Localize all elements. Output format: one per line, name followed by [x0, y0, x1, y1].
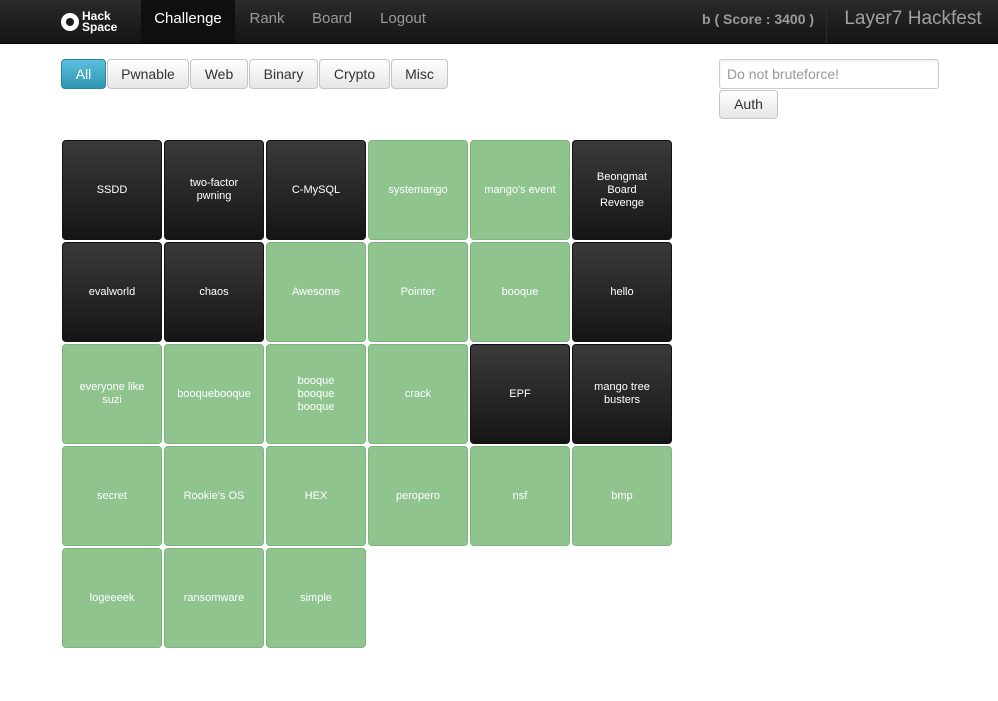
challenge-tile[interactable]: evalworld	[62, 242, 162, 342]
challenge-name: HEX	[304, 489, 328, 502]
challenge-tile[interactable]: logeeeek	[62, 548, 162, 648]
challenge-name: ransomware	[183, 591, 245, 604]
challenge-tile[interactable]: ransomware	[164, 548, 264, 648]
filter-pwnable-button[interactable]: Pwnable	[107, 59, 189, 89]
challenge-name: crack	[404, 387, 432, 400]
nav-challenge[interactable]: Challenge	[141, 0, 235, 43]
challenge-name: hello	[610, 285, 634, 298]
challenge-name: C-MySQL	[291, 183, 341, 196]
challenge-name: SSDD	[96, 183, 128, 196]
challenge-name: Awesome	[291, 285, 341, 298]
challenge-tile[interactable]: hello	[572, 242, 672, 342]
nav-rank[interactable]: Rank	[240, 0, 294, 43]
filter-all-button[interactable]: All	[61, 59, 106, 89]
challenge-name: booque	[501, 285, 539, 298]
challenge-tile[interactable]: bmp	[572, 446, 672, 546]
challenge-name: EPF	[509, 387, 531, 400]
challenge-name: peropero	[395, 489, 441, 502]
brand-line-2: Space	[82, 20, 118, 34]
auth-button[interactable]: Auth	[719, 90, 778, 119]
challenge-name: booque booque booque	[297, 374, 335, 413]
challenge-name: two-factor pwning	[189, 177, 239, 202]
filter-crypto-button[interactable]: Crypto	[319, 59, 390, 89]
challenge-tile[interactable]: simple	[266, 548, 366, 648]
challenge-name: bmp	[611, 489, 633, 502]
challenge-grid: SSDD two-factor pwning C-MySQL systemango ma…	[62, 140, 674, 648]
challenge-tile[interactable]: Rookie's OS	[164, 446, 264, 546]
challenge-tile[interactable]: two-factor pwning	[164, 140, 264, 240]
user-score: b ( Score : 3400 )	[702, 11, 815, 27]
challenge-name: Pointer	[400, 285, 436, 298]
nav-logout[interactable]: Logout	[373, 0, 433, 43]
challenge-tile[interactable]: secret	[62, 446, 162, 546]
challenge-tile[interactable]: HEX	[266, 446, 366, 546]
challenge-name: booquebooque	[177, 387, 251, 400]
brand-text: Hack Space	[82, 10, 118, 34]
challenge-tile[interactable]: systemango	[368, 140, 468, 240]
challenge-tile[interactable]: mango's event	[470, 140, 570, 240]
challenge-name: everyone like suzi	[79, 381, 145, 406]
challenge-name: mango tree busters	[594, 381, 650, 406]
challenge-tile[interactable]: mango tree busters	[572, 344, 672, 444]
challenge-name: mango's event	[484, 183, 556, 196]
challenge-tile[interactable]: booquebooque	[164, 344, 264, 444]
top-navbar: Hack Space Challenge Rank Board Logout b…	[0, 0, 998, 44]
challenge-tile[interactable]: peropero	[368, 446, 468, 546]
hackspace-logo[interactable]: Hack Space	[61, 8, 131, 36]
challenge-tile[interactable]: Awesome	[266, 242, 366, 342]
challenge-tile[interactable]: Beongmat Board Revenge	[572, 140, 672, 240]
challenge-name: secret	[97, 489, 127, 502]
logo-icon	[61, 13, 79, 31]
challenge-name: Rookie's OS	[183, 489, 245, 502]
challenge-tile[interactable]: SSDD	[62, 140, 162, 240]
challenge-name: Beongmat Board Revenge	[596, 170, 648, 209]
challenge-name: nsf	[512, 489, 528, 502]
filter-web-button[interactable]: Web	[190, 59, 248, 89]
challenge-name: evalworld	[88, 285, 136, 298]
challenge-tile[interactable]: C-MySQL	[266, 140, 366, 240]
site-title[interactable]: Layer7 Hackfest	[826, 0, 998, 43]
challenge-tile[interactable]: Pointer	[368, 242, 468, 342]
challenge-tile[interactable]: everyone like suzi	[62, 344, 162, 444]
flag-input[interactable]	[719, 59, 939, 89]
challenge-tile[interactable]: booque booque booque	[266, 344, 366, 444]
challenge-tile[interactable]: booque	[470, 242, 570, 342]
filter-misc-button[interactable]: Misc	[391, 59, 448, 89]
nav-board[interactable]: Board	[306, 0, 358, 43]
filter-binary-button[interactable]: Binary	[249, 59, 318, 89]
challenge-tile[interactable]: nsf	[470, 446, 570, 546]
challenge-tile[interactable]: chaos	[164, 242, 264, 342]
challenge-name: chaos	[199, 285, 229, 298]
challenge-tile[interactable]: crack	[368, 344, 468, 444]
challenge-tile[interactable]: EPF	[470, 344, 570, 444]
challenge-name: logeeeek	[89, 591, 135, 604]
challenge-name: systemango	[388, 183, 448, 196]
challenge-name: simple	[300, 591, 332, 604]
